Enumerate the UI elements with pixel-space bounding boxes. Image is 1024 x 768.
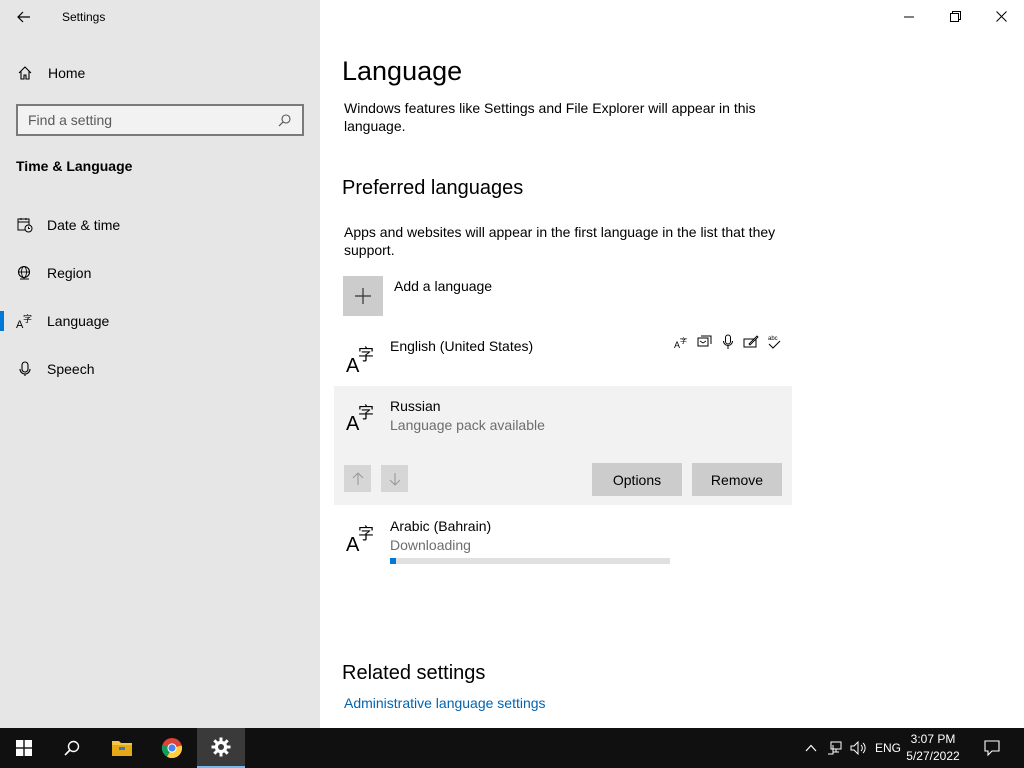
display-language-icon: A字 <box>674 334 690 350</box>
remove-button[interactable]: Remove <box>692 463 782 496</box>
display-language-description: Windows features like Settings and File … <box>344 100 756 134</box>
language-name: Arabic (Bahrain) <box>390 518 492 534</box>
download-progress-fill <box>390 558 396 564</box>
language-name: English (United States) <box>390 338 534 354</box>
svg-text:字: 字 <box>358 524 374 543</box>
language-icon: A字 <box>0 313 47 329</box>
preferred-languages-heading: Preferred languages <box>342 177 524 199</box>
sidebar-item-label: Region <box>47 265 92 281</box>
taskbar: ENG 3:07 PM 5/27/2022 <box>0 728 1024 768</box>
close-button[interactable] <box>978 0 1024 32</box>
minimize-icon <box>903 16 914 17</box>
language-name: Russian <box>390 398 441 414</box>
volume-button[interactable] <box>848 728 870 768</box>
language-item-russian[interactable]: A字 Russian Language pack available Optio… <box>334 386 792 505</box>
microphone-icon <box>720 334 736 350</box>
section-title: Time & Language <box>16 158 133 174</box>
search-input[interactable] <box>28 112 276 128</box>
svg-text:字: 字 <box>358 403 374 422</box>
nav-home[interactable]: Home <box>0 56 320 90</box>
sidebar-item-label: Speech <box>47 361 95 377</box>
options-button[interactable]: Options <box>592 463 682 496</box>
close-icon <box>995 10 1007 22</box>
language-glyph-icon: A字 <box>346 345 374 374</box>
show-hidden-icons-button[interactable] <box>800 728 822 768</box>
language-status: Language pack available <box>390 417 545 433</box>
clock-date: 5/27/2022 <box>906 749 960 763</box>
main-content: Language Windows features like Settings … <box>320 0 1024 728</box>
language-glyph-icon: A字 <box>346 403 374 432</box>
sidebar-item-speech[interactable]: Speech <box>0 349 320 389</box>
language-glyph-icon: A字 <box>346 524 374 553</box>
taskbar-search-button[interactable] <box>48 728 96 768</box>
chrome-button[interactable] <box>148 728 196 768</box>
notification-icon <box>984 740 1000 756</box>
speech-icon <box>697 334 713 350</box>
home-icon <box>0 65 48 81</box>
move-up-button[interactable] <box>344 465 371 492</box>
page-title: Language <box>342 56 463 86</box>
sidebar: Settings Home Time & Language Date & tim… <box>0 0 320 728</box>
language-status: Downloading <box>390 537 471 553</box>
folder-icon <box>112 741 132 756</box>
network-button[interactable] <box>824 728 846 768</box>
restore-button[interactable] <box>932 0 978 32</box>
sidebar-item-language[interactable]: A字 Language <box>0 301 320 341</box>
search-box[interactable] <box>16 104 304 136</box>
app-title: Settings <box>62 10 106 24</box>
svg-text:字: 字 <box>358 345 374 364</box>
globe-icon <box>0 265 47 281</box>
chrome-icon <box>161 738 183 759</box>
nav-home-label: Home <box>48 65 86 81</box>
gear-icon <box>211 737 231 757</box>
minimize-button[interactable] <box>886 0 932 32</box>
start-button[interactable] <box>0 728 48 768</box>
plus-icon <box>343 276 383 316</box>
download-progress-bar <box>390 558 670 564</box>
arrow-down-icon <box>389 472 400 486</box>
related-settings-heading: Related settings <box>342 662 486 684</box>
add-language-button[interactable]: Add a language <box>343 276 492 316</box>
sidebar-item-date-time[interactable]: Date & time <box>0 205 320 245</box>
language-item-english[interactable]: A字 English (United States) A字 abc <box>334 328 792 384</box>
svg-text:abc: abc <box>768 336 778 342</box>
restore-icon <box>949 10 961 22</box>
calendar-clock-icon <box>0 217 47 233</box>
svg-text:字: 字 <box>680 336 687 345</box>
back-button[interactable] <box>10 6 38 28</box>
volume-icon <box>850 741 866 755</box>
chevron-up-icon <box>805 744 817 752</box>
network-icon <box>828 741 842 755</box>
back-arrow-icon <box>17 11 30 23</box>
language-features: A字 abc <box>674 334 782 350</box>
svg-text:字: 字 <box>23 313 32 325</box>
sidebar-item-label: Date & time <box>47 217 121 233</box>
settings-taskbar-button[interactable] <box>197 728 245 768</box>
clock-time: 3:07 PM <box>910 732 956 746</box>
action-center-button[interactable] <box>976 728 1008 768</box>
search-icon[interactable] <box>276 112 292 128</box>
search-icon <box>64 740 80 756</box>
windows-logo-icon <box>16 740 32 756</box>
sidebar-item-label: Language <box>47 313 110 329</box>
sidebar-item-region[interactable]: Region <box>0 253 320 293</box>
administrative-language-settings-link[interactable]: Administrative language settings <box>344 695 546 711</box>
preferred-languages-description: Apps and websites will appear in the fir… <box>344 224 776 258</box>
add-language-label: Add a language <box>394 278 493 294</box>
clock[interactable]: 3:07 PM 5/27/2022 <box>898 731 968 765</box>
handwriting-icon <box>743 334 759 350</box>
arrow-up-icon <box>352 471 363 485</box>
file-explorer-button[interactable] <box>98 728 146 768</box>
microphone-icon <box>0 361 47 377</box>
spellcheck-icon: abc <box>766 334 782 350</box>
move-down-button[interactable] <box>381 465 408 492</box>
